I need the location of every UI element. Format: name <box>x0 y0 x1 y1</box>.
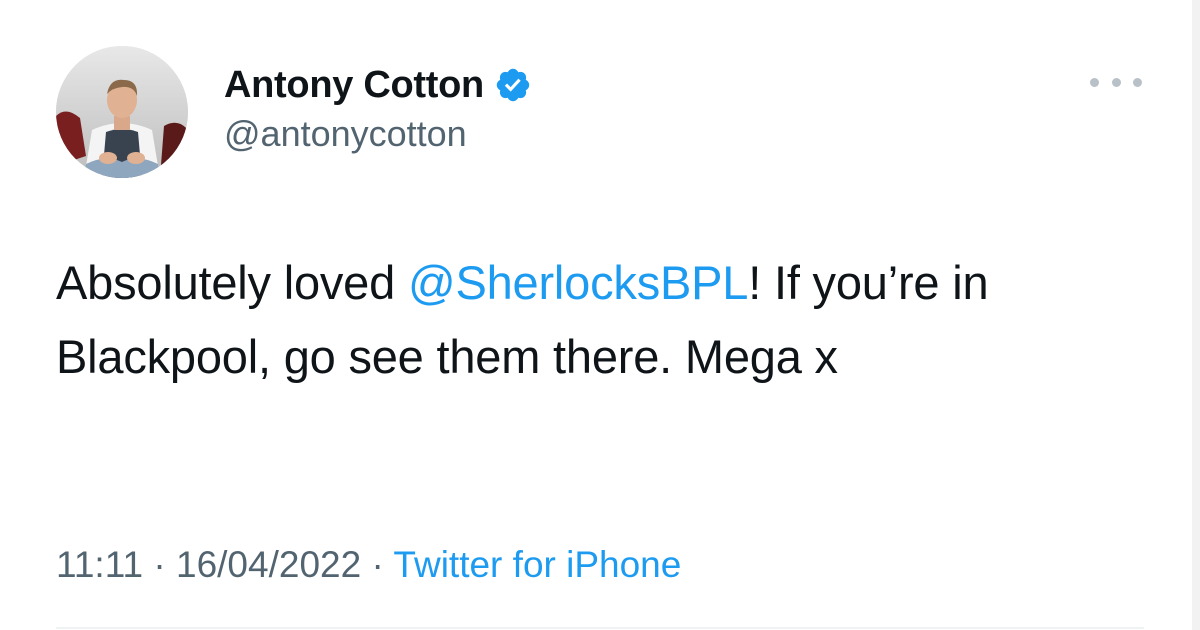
display-name[interactable]: Antony Cotton <box>224 64 484 107</box>
meta-separator: · <box>153 544 166 585</box>
meta-separator: · <box>371 544 384 585</box>
author-handle[interactable]: @antonycotton <box>224 113 467 155</box>
avatar[interactable] <box>56 46 188 178</box>
tweet-date[interactable]: 16/04/2022 <box>176 544 361 585</box>
tweet-time[interactable]: 11:11 <box>56 544 143 585</box>
more-dot-icon <box>1090 77 1099 87</box>
more-dot-icon <box>1111 77 1121 87</box>
more-dot-icon <box>1133 77 1142 87</box>
tweet-source-link[interactable]: Twitter for iPhone <box>393 544 681 585</box>
mention-link[interactable]: @SherlocksBPL <box>408 256 749 309</box>
author-row: Antony Cotton <box>224 60 532 110</box>
tweet-metadata: 11:11 · 16/04/2022 · Twitter for iPhone <box>56 544 681 586</box>
scrollbar-track <box>1192 0 1200 630</box>
more-options-icon[interactable] <box>1090 70 1142 94</box>
divider <box>56 627 1144 629</box>
tweet-text: Absolutely loved @SherlocksBPL! If you’r… <box>56 246 1136 394</box>
tweet-card: Antony Cotton @antonycotton Absolutely l… <box>0 0 1200 630</box>
verified-badge-icon <box>494 66 532 104</box>
tweet-text-start: Absolutely loved <box>56 256 408 309</box>
avatar-image <box>56 46 188 178</box>
